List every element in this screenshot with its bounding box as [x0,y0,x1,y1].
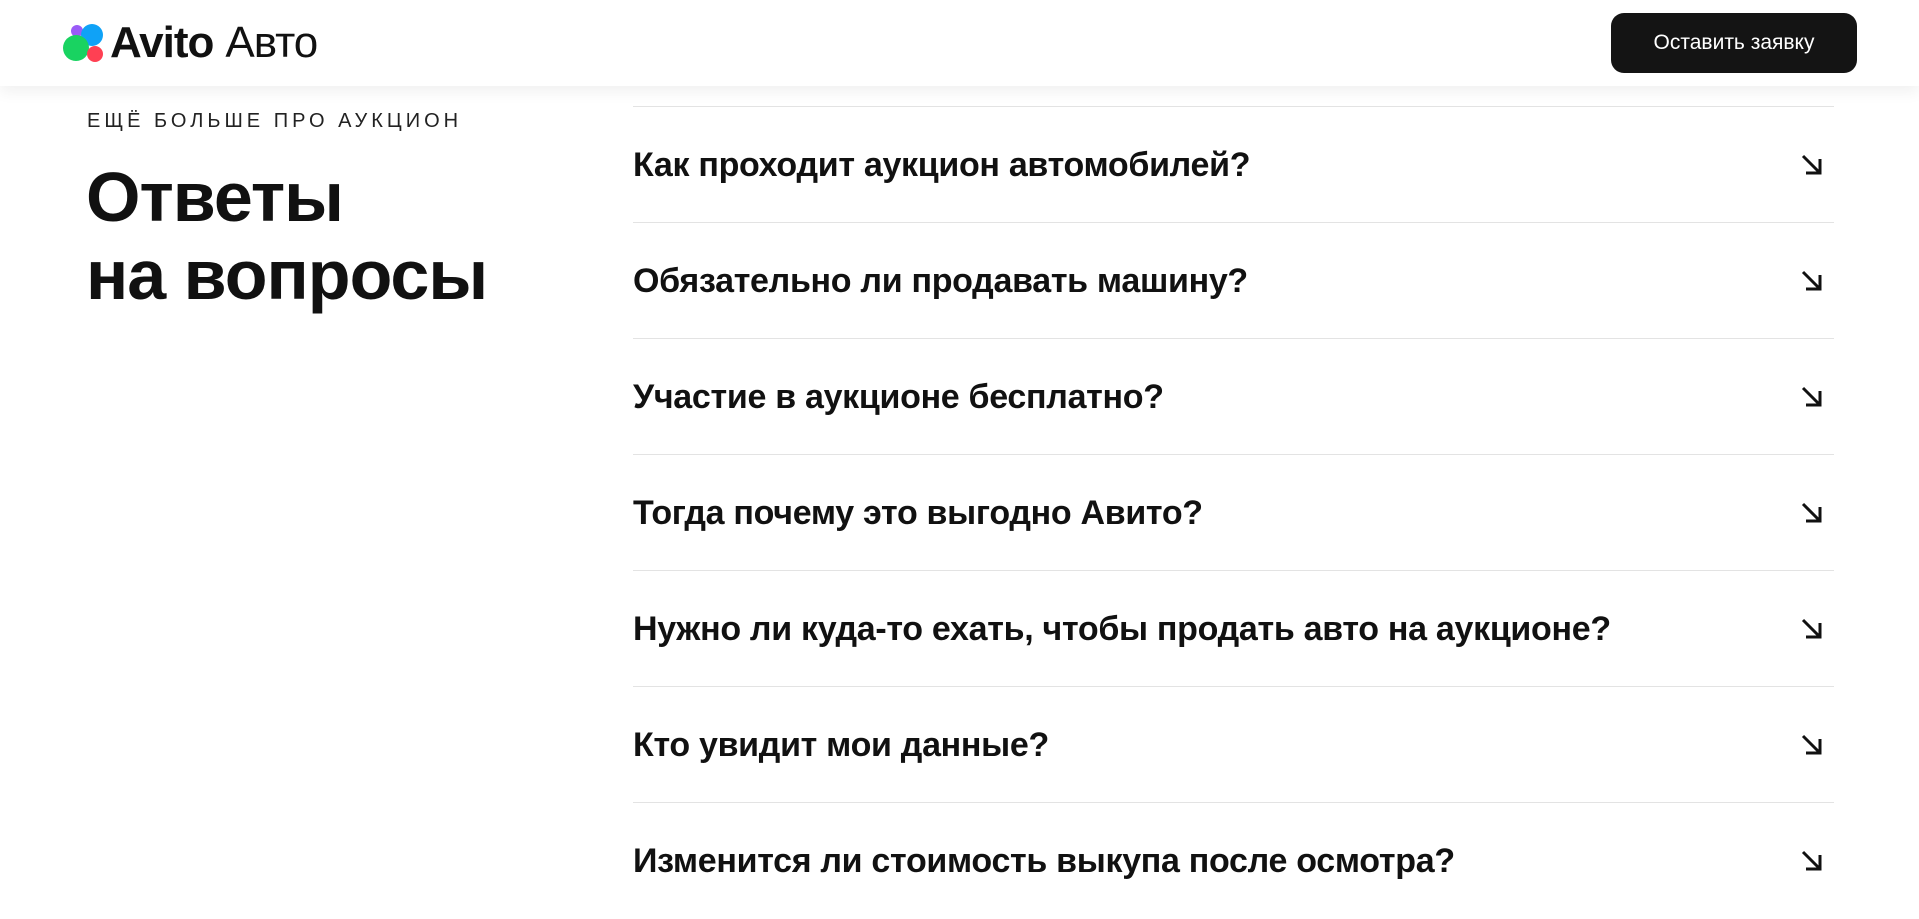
faq-item[interactable]: Тогда почему это выгодно Авито? [633,454,1834,570]
faq-item[interactable]: Обязательно ли продавать машину? [633,222,1834,338]
arrow-down-right-icon[interactable] [1798,615,1826,643]
avito-auto-logo[interactable]: Avito Авто [62,18,318,67]
faq-title-line-1: Ответы [86,158,344,236]
avito-logo-icon [62,21,106,65]
faq-question: Обязательно ли продавать машину? [633,261,1248,300]
logo-word-avito: Avito [110,18,214,67]
faq-item[interactable]: Изменится ли стоимость выкупа после осмо… [633,802,1834,918]
section-eyebrow: ЕЩЁ БОЛЬШЕ ПРО АУКЦИОН [87,110,463,132]
faq-item[interactable]: Кто увидит мои данные? [633,686,1834,802]
arrow-down-right-icon[interactable] [1798,499,1826,527]
logo-word-avto: Авто [225,18,318,67]
submit-request-button[interactable]: Оставить заявку [1611,13,1857,73]
faq-question: Нужно ли куда-то ехать, чтобы продать ав… [633,609,1611,648]
faq-title-line-2: на вопросы [86,236,488,314]
arrow-down-right-icon[interactable] [1798,267,1826,295]
faq-title: Ответы на вопросы [86,158,488,314]
faq-item[interactable]: Участие в аукционе бесплатно? [633,338,1834,454]
site-header: Avito Авто Оставить заявку [0,0,1919,86]
faq-question: Кто увидит мои данные? [633,725,1049,764]
faq-item[interactable]: Нужно ли куда-то ехать, чтобы продать ав… [633,570,1834,686]
faq-list: Как проходит аукцион автомобилей? Обязат… [633,106,1834,918]
logo-text: Avito Авто [110,18,318,67]
arrow-down-right-icon[interactable] [1798,383,1826,411]
faq-question: Как проходит аукцион автомобилей? [633,145,1251,184]
logo-dot-green [63,35,89,61]
logo-dot-red [87,46,103,62]
arrow-down-right-icon[interactable] [1798,731,1826,759]
faq-item[interactable]: Как проходит аукцион автомобилей? [633,106,1834,222]
arrow-down-right-icon[interactable] [1798,151,1826,179]
arrow-down-right-icon[interactable] [1798,847,1826,875]
faq-question: Участие в аукционе бесплатно? [633,377,1164,416]
faq-question: Изменится ли стоимость выкупа после осмо… [633,841,1455,880]
faq-question: Тогда почему это выгодно Авито? [633,493,1203,532]
